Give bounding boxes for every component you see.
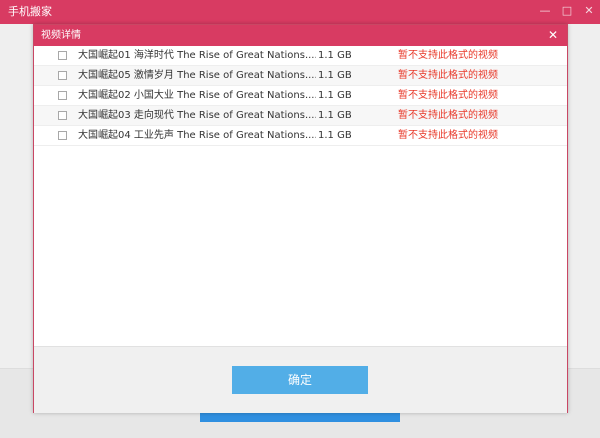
video-size: 1.1 GB bbox=[318, 50, 352, 61]
dialog-footer: 确定 bbox=[34, 346, 567, 413]
video-status: 暂不支持此格式的视频 bbox=[398, 90, 498, 101]
close-window-button[interactable]: ✕ bbox=[578, 0, 600, 24]
app-title: 手机搬家 bbox=[8, 5, 52, 18]
video-name: 大国崛起03 走向现代 The Rise of Great Nations...… bbox=[78, 110, 316, 121]
dialog-header: 视频详情 ✕ bbox=[34, 25, 567, 46]
window-controls: — □ ✕ bbox=[534, 0, 600, 24]
dialog-title: 视频详情 bbox=[41, 30, 81, 41]
video-status: 暂不支持此格式的视频 bbox=[398, 130, 498, 141]
list-item: 大国崛起02 小国大业 The Rise of Great Nations...… bbox=[34, 86, 567, 106]
video-checkbox[interactable] bbox=[58, 91, 67, 100]
video-checkbox[interactable] bbox=[58, 111, 67, 120]
video-size: 1.1 GB bbox=[318, 90, 352, 101]
video-name: 大国崛起02 小国大业 The Rise of Great Nations...… bbox=[78, 90, 316, 101]
maximize-button[interactable]: □ bbox=[556, 0, 578, 24]
list-item: 大国崛起01 海洋时代 The Rise of Great Nations...… bbox=[34, 46, 567, 66]
video-list: 大国崛起01 海洋时代 The Rise of Great Nations...… bbox=[34, 46, 567, 146]
video-status: 暂不支持此格式的视频 bbox=[398, 110, 498, 121]
video-checkbox[interactable] bbox=[58, 131, 67, 140]
list-item: 大国崛起03 走向现代 The Rise of Great Nations...… bbox=[34, 106, 567, 126]
video-checkbox[interactable] bbox=[58, 51, 67, 60]
app-titlebar: 手机搬家 — □ ✕ bbox=[0, 0, 600, 24]
video-size: 1.1 GB bbox=[318, 130, 352, 141]
minimize-button[interactable]: — bbox=[534, 0, 556, 24]
video-status: 暂不支持此格式的视频 bbox=[398, 70, 498, 81]
video-name: 大国崛起04 工业先声 The Rise of Great Nations...… bbox=[78, 130, 316, 141]
close-icon[interactable]: ✕ bbox=[545, 25, 561, 46]
video-size: 1.1 GB bbox=[318, 70, 352, 81]
ok-button[interactable]: 确定 bbox=[232, 366, 368, 394]
video-details-dialog: 视频详情 ✕ 大国崛起01 海洋时代 The Rise of Great Nat… bbox=[33, 24, 568, 413]
video-size: 1.1 GB bbox=[318, 110, 352, 121]
video-name: 大国崛起01 海洋时代 The Rise of Great Nations...… bbox=[78, 50, 316, 61]
list-item: 大国崛起05 激情岁月 The Rise of Great Nations...… bbox=[34, 66, 567, 86]
video-name: 大国崛起05 激情岁月 The Rise of Great Nations...… bbox=[78, 70, 316, 81]
video-checkbox[interactable] bbox=[58, 71, 67, 80]
list-item: 大国崛起04 工业先声 The Rise of Great Nations...… bbox=[34, 126, 567, 146]
video-status: 暂不支持此格式的视频 bbox=[398, 50, 498, 61]
